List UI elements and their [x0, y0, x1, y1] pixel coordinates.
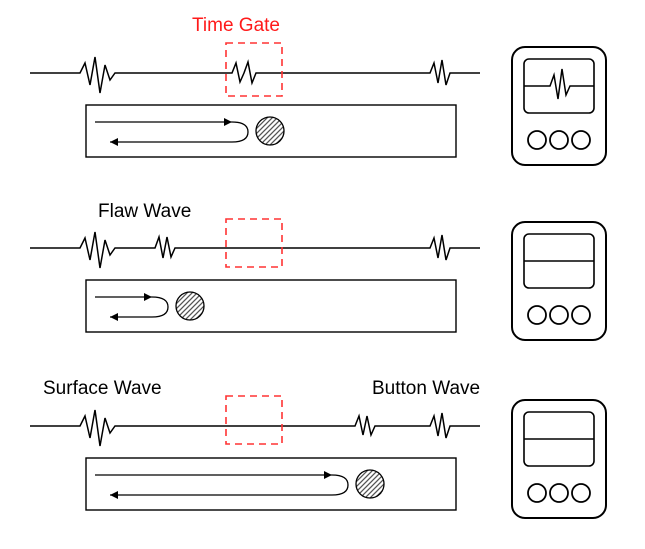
- device-button-icon: [550, 306, 568, 324]
- device-button-icon: [550, 484, 568, 502]
- device-button-icon: [572, 131, 590, 149]
- flaw-icon: [176, 292, 204, 320]
- device-icon: [510, 398, 610, 523]
- button-wave-label: Button Wave: [372, 378, 480, 400]
- arrowhead-icon: [324, 471, 332, 479]
- arrowhead-icon: [110, 138, 118, 146]
- time-gate-box: [225, 218, 283, 268]
- arrowhead-icon: [144, 293, 152, 301]
- flaw-icon: [256, 117, 284, 145]
- device-icon: [510, 45, 610, 170]
- device-button-icon: [528, 306, 546, 324]
- time-gate-box: [225, 395, 283, 445]
- return-arrow: [110, 122, 248, 142]
- test-block: [86, 280, 456, 332]
- test-block: [86, 458, 456, 510]
- return-arrow: [110, 475, 348, 495]
- device-button-icon: [528, 484, 546, 502]
- device-button-icon: [528, 131, 546, 149]
- time-gate-label: Time Gate: [192, 15, 280, 37]
- surface-wave-label: Surface Wave: [43, 378, 162, 400]
- flaw-wave-label: Flaw Wave: [98, 201, 191, 223]
- arrowhead-icon: [224, 118, 232, 126]
- return-arrow: [110, 297, 168, 317]
- device-button-icon: [572, 484, 590, 502]
- flaw-icon: [356, 470, 384, 498]
- arrowhead-icon: [110, 491, 118, 499]
- device-icon: [510, 220, 610, 345]
- arrowhead-icon: [110, 313, 118, 321]
- device-screen-signal: [524, 69, 594, 99]
- device-button-icon: [572, 306, 590, 324]
- device-button-icon: [550, 131, 568, 149]
- time-gate-box: [225, 42, 283, 97]
